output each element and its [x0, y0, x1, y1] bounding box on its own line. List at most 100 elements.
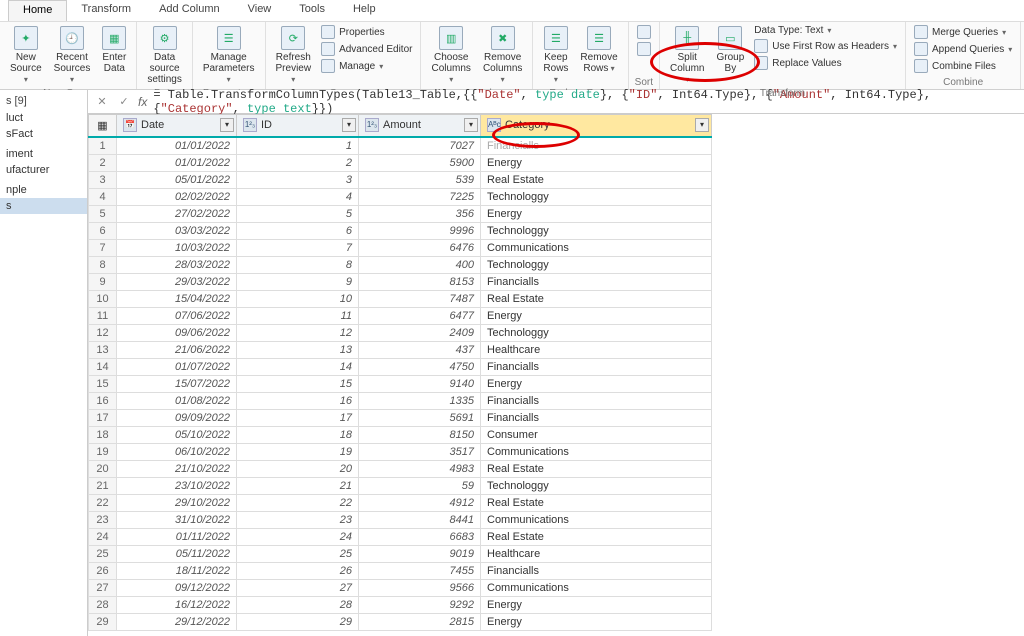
cell-category[interactable]: Communications — [481, 443, 712, 460]
properties-button[interactable]: Properties — [319, 24, 414, 40]
sidebar-item[interactable]: luct — [0, 110, 87, 126]
table-row[interactable]: 2021/10/2022204983Real Estate — [89, 460, 712, 477]
cell-category[interactable]: Healthcare — [481, 545, 712, 562]
column-header-date[interactable]: 📅Date▾ — [117, 115, 237, 137]
cell-category[interactable]: Technologgy — [481, 222, 712, 239]
cell-id[interactable]: 16 — [237, 392, 359, 409]
sidebar-item[interactable]: iment — [0, 146, 87, 162]
cell-date[interactable]: 09/06/2022 — [117, 324, 237, 341]
data-grid[interactable]: ▦ 📅Date▾ 1²₃ID▾ 1²₃Amount▾ AᴮcCategory▾ … — [88, 114, 1024, 636]
cell-id[interactable]: 20 — [237, 460, 359, 477]
cell-amount[interactable]: 2815 — [359, 613, 481, 630]
replace-values-button[interactable]: Replace Values — [752, 55, 899, 71]
formula-cancel-button[interactable]: ✕ — [94, 94, 110, 110]
cell-amount[interactable]: 4750 — [359, 358, 481, 375]
keep-rows-button[interactable]: ☰Keep Rows — [539, 24, 572, 87]
cell-amount[interactable]: 356 — [359, 205, 481, 222]
cell-category[interactable]: Financialls — [481, 562, 712, 579]
cell-id[interactable]: 2 — [237, 154, 359, 171]
filter-date[interactable]: ▾ — [220, 118, 234, 132]
cell-category[interactable]: Consumer — [481, 426, 712, 443]
cell-date[interactable]: 23/10/2022 — [117, 477, 237, 494]
table-row[interactable]: 2505/11/2022259019Healthcare — [89, 545, 712, 562]
cell-date[interactable]: 10/03/2022 — [117, 239, 237, 256]
table-row[interactable]: 929/03/202298153Financialls — [89, 273, 712, 290]
cell-id[interactable]: 23 — [237, 511, 359, 528]
cell-amount[interactable]: 7027 — [359, 137, 481, 155]
table-row[interactable]: 527/02/20225356Energy — [89, 205, 712, 222]
cell-id[interactable]: 28 — [237, 596, 359, 613]
cell-category[interactable]: Energy — [481, 154, 712, 171]
manage-button[interactable]: Manage — [319, 58, 414, 74]
cell-amount[interactable]: 1335 — [359, 392, 481, 409]
cell-category[interactable]: Financialls — [481, 358, 712, 375]
cell-amount[interactable]: 9996 — [359, 222, 481, 239]
table-row[interactable]: 2123/10/20222159Technologgy — [89, 477, 712, 494]
cell-id[interactable]: 29 — [237, 613, 359, 630]
column-header-category[interactable]: AᴮcCategory▾ — [481, 115, 712, 137]
table-row[interactable]: 201/01/202225900Energy — [89, 154, 712, 171]
cell-date[interactable]: 15/04/2022 — [117, 290, 237, 307]
table-row[interactable]: 1209/06/2022122409Technologgy — [89, 324, 712, 341]
cell-date[interactable]: 01/08/2022 — [117, 392, 237, 409]
cell-amount[interactable]: 6683 — [359, 528, 481, 545]
formula-commit-button[interactable]: ✓ — [116, 94, 132, 110]
cell-date[interactable]: 07/06/2022 — [117, 307, 237, 324]
cell-id[interactable]: 17 — [237, 409, 359, 426]
table-row[interactable]: 1015/04/2022107487Real Estate — [89, 290, 712, 307]
cell-category[interactable]: Financialls — [481, 392, 712, 409]
cell-date[interactable]: 06/10/2022 — [117, 443, 237, 460]
cell-category[interactable]: Communications — [481, 511, 712, 528]
cell-date[interactable]: 15/07/2022 — [117, 375, 237, 392]
sidebar-item[interactable]: ufacturer — [0, 162, 87, 178]
manage-parameters-button[interactable]: ☰Manage Parameters — [199, 24, 259, 87]
table-corner[interactable]: ▦ — [89, 115, 117, 137]
cell-amount[interactable]: 59 — [359, 477, 481, 494]
cell-amount[interactable]: 6476 — [359, 239, 481, 256]
cell-amount[interactable]: 539 — [359, 171, 481, 188]
cell-amount[interactable]: 7487 — [359, 290, 481, 307]
cell-category[interactable]: Technologgy — [481, 324, 712, 341]
data-source-settings-button[interactable]: ⚙Data source settings — [143, 24, 185, 87]
cell-id[interactable]: 24 — [237, 528, 359, 545]
cell-category[interactable]: Energy — [481, 596, 712, 613]
cell-id[interactable]: 8 — [237, 256, 359, 273]
split-column-button[interactable]: ╫Split Column — [666, 24, 708, 87]
advanced-editor-button[interactable]: Advanced Editor — [319, 41, 414, 57]
cell-category[interactable]: Real Estate — [481, 460, 712, 477]
column-header-amount[interactable]: 1²₃Amount▾ — [359, 115, 481, 137]
cell-category[interactable]: Technologgy — [481, 256, 712, 273]
table-row[interactable]: 2618/11/2022267455Financialls — [89, 562, 712, 579]
cell-date[interactable]: 29/03/2022 — [117, 273, 237, 290]
cell-date[interactable]: 05/01/2022 — [117, 171, 237, 188]
table-row[interactable]: 101/01/202217027Financialls — [89, 137, 712, 155]
column-header-id[interactable]: 1²₃ID▾ — [237, 115, 359, 137]
table-row[interactable]: 2929/12/2022292815Energy — [89, 613, 712, 630]
cell-date[interactable]: 01/01/2022 — [117, 154, 237, 171]
filter-id[interactable]: ▾ — [342, 118, 356, 132]
cell-amount[interactable]: 3517 — [359, 443, 481, 460]
sidebar-item[interactable]: s — [0, 198, 87, 214]
cell-id[interactable]: 10 — [237, 290, 359, 307]
cell-category[interactable]: Technologgy — [481, 188, 712, 205]
cell-category[interactable]: Communications — [481, 579, 712, 596]
cell-date[interactable]: 21/06/2022 — [117, 341, 237, 358]
table-row[interactable]: 402/02/202247225Technologgy — [89, 188, 712, 205]
tab-transform[interactable]: Transform — [67, 0, 145, 21]
cell-category[interactable]: Real Estate — [481, 528, 712, 545]
table-row[interactable]: 603/03/202269996Technologgy — [89, 222, 712, 239]
cell-category[interactable]: Real Estate — [481, 290, 712, 307]
table-row[interactable]: 1805/10/2022188150Consumer — [89, 426, 712, 443]
cell-category[interactable]: Financialls — [481, 409, 712, 426]
cell-date[interactable]: 01/01/2022 — [117, 137, 237, 155]
cell-id[interactable]: 14 — [237, 358, 359, 375]
cell-amount[interactable]: 437 — [359, 341, 481, 358]
cell-id[interactable]: 21 — [237, 477, 359, 494]
cell-date[interactable]: 16/12/2022 — [117, 596, 237, 613]
tab-add-column[interactable]: Add Column — [145, 0, 234, 21]
table-row[interactable]: 1321/06/202213437Healthcare — [89, 341, 712, 358]
cell-date[interactable]: 03/03/2022 — [117, 222, 237, 239]
cell-id[interactable]: 9 — [237, 273, 359, 290]
cell-date[interactable]: 28/03/2022 — [117, 256, 237, 273]
cell-amount[interactable]: 9292 — [359, 596, 481, 613]
